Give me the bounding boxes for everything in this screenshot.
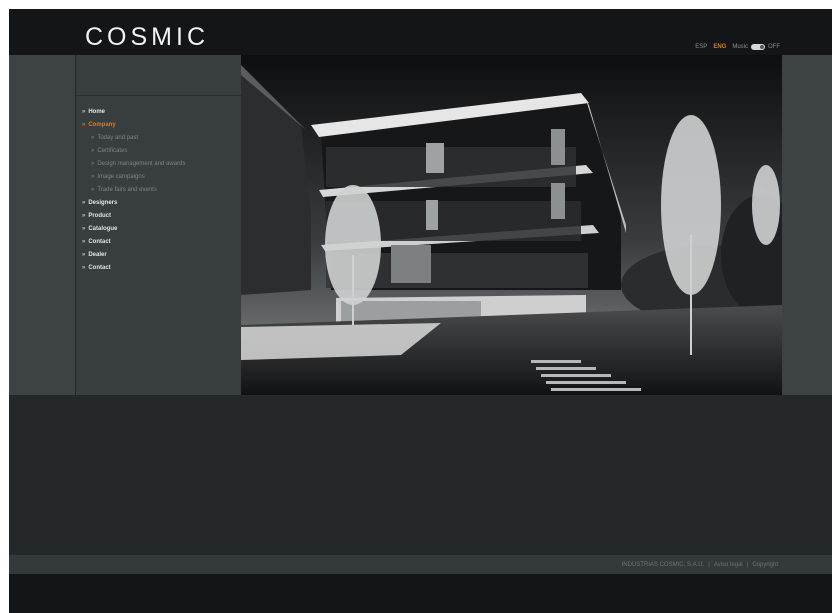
chevron-right-icon: » [82, 200, 86, 206]
sidebar-item-image-campaigns[interactable]: » Image campaigns [82, 171, 185, 184]
sidebar-item-label: Dealer [88, 252, 107, 258]
chevron-right-icon: » [91, 187, 95, 193]
music-switch-icon[interactable] [751, 44, 765, 50]
chevron-right-icon: » [91, 148, 95, 154]
language-switcher: ESP ENG Music OFF [695, 44, 780, 50]
sidebar-item-label: Today and past [97, 135, 139, 141]
sidebar-item-label: Contact [88, 265, 111, 271]
lang-esp-link[interactable]: ESP [695, 44, 707, 50]
chevron-right-icon: » [82, 265, 86, 271]
nav-list: » Home» Company» Today and past» Certificate… [82, 106, 185, 275]
hero-image-building [241, 55, 782, 395]
sidebar-item-certificates[interactable]: » Certificates [82, 145, 185, 158]
bottom-bar [9, 574, 832, 613]
footer-links: INDUSTRIAS COSMIC, S.A.U. | Aviso legal … [622, 562, 778, 568]
lang-eng-link[interactable]: ENG [713, 44, 726, 50]
chevron-right-icon: » [91, 174, 95, 180]
sidebar-item-label: Design management and awards [97, 161, 186, 167]
chevron-right-icon: » [82, 109, 86, 115]
chevron-right-icon: » [82, 122, 86, 128]
sidebar-item-label: Certificates [97, 148, 128, 154]
chevron-right-icon: » [91, 135, 95, 141]
right-margin-panel [782, 55, 832, 395]
sidebar-item-product[interactable]: » Product [82, 210, 185, 223]
site-logo[interactable]: COSMIC [85, 25, 209, 50]
footer-separator: | [746, 562, 749, 568]
sidebar-item-design-management-and-awards[interactable]: » Design management and awards [82, 158, 185, 171]
chevron-right-icon: » [82, 239, 86, 245]
sidebar-nav: » Home» Company» Today and past» Certificate… [75, 55, 241, 395]
page: COSMIC ESP ENG Music OFF » Home» Company» T… [9, 9, 832, 613]
footer-copyright-link[interactable]: Copyright [752, 562, 778, 568]
sidebar-item-label: Image campaigns [97, 174, 145, 180]
sidebar-item-dealer[interactable]: » Dealer [82, 249, 185, 262]
sidebar-item-label: Catalogue [88, 226, 118, 232]
footer-bar: INDUSTRIAS COSMIC, S.A.U. | Aviso legal … [9, 555, 832, 574]
footer-legal-link[interactable]: Aviso legal [714, 562, 743, 568]
nav-header [76, 55, 241, 96]
sidebar-item-trade-fairs-and-events[interactable]: » Trade fairs and events [82, 184, 185, 197]
chevron-right-icon: » [82, 226, 86, 232]
header-bar: COSMIC ESP ENG Music OFF [9, 9, 832, 55]
sidebar-item-label: Designers [88, 200, 118, 206]
content-area [9, 395, 832, 555]
sidebar-item-label: Company [88, 122, 116, 128]
footer-company: INDUSTRIAS COSMIC, S.A.U. [621, 562, 705, 568]
sidebar-item-company[interactable]: » Company [82, 119, 185, 132]
sidebar-item-contact[interactable]: » Contact [82, 262, 185, 275]
sidebar-item-catalogue[interactable]: » Catalogue [82, 223, 185, 236]
sidebar-item-today-and-past[interactable]: » Today and past [82, 132, 185, 145]
sidebar-item-label: Home [88, 109, 106, 115]
footer-separator: | [708, 562, 710, 568]
sidebar-item-label: Product [88, 213, 112, 219]
sidebar-item-label: Contact [88, 239, 111, 245]
sidebar-item-contact[interactable]: » Contact [82, 236, 185, 249]
music-off-label[interactable]: OFF [768, 44, 780, 50]
chevron-right-icon: » [82, 213, 86, 219]
building-photo [241, 55, 782, 395]
chevron-right-icon: » [91, 161, 95, 167]
music-toggle[interactable]: Music OFF [732, 44, 780, 50]
sidebar-item-home[interactable]: » Home [82, 106, 185, 119]
sidebar-item-designers[interactable]: » Designers [82, 197, 185, 210]
left-margin-panel [9, 55, 75, 395]
chevron-right-icon: » [82, 252, 86, 258]
sidebar-item-label: Trade fairs and events [97, 187, 157, 193]
music-label: Music [732, 44, 748, 50]
